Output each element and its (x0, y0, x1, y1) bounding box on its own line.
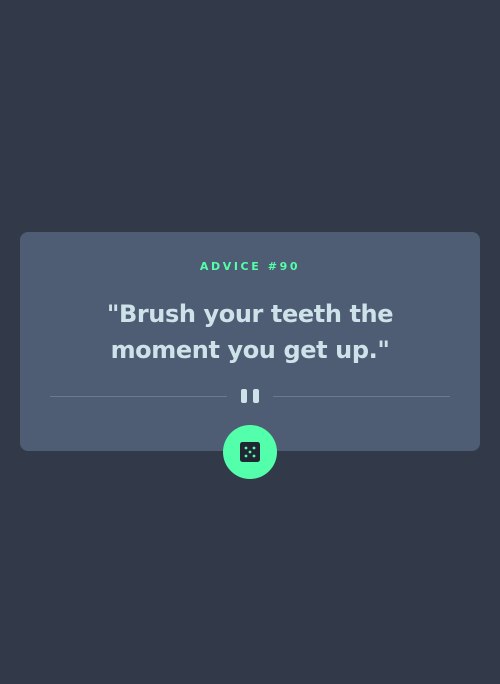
dice-icon (240, 442, 260, 462)
advice-card: ADVICE #90 "Brush your teeth the moment … (20, 232, 480, 451)
pause-bar-left (241, 389, 247, 403)
generate-advice-button[interactable] (223, 425, 277, 479)
advice-quote: "Brush your teeth the moment you get up.… (106, 300, 394, 364)
divider (50, 388, 450, 404)
advice-number: ADVICE #90 (199, 260, 301, 273)
divider-line-left (50, 396, 227, 397)
pause-bar-right (253, 389, 259, 403)
divider-line-right (273, 396, 450, 397)
pause-icon (240, 388, 260, 404)
